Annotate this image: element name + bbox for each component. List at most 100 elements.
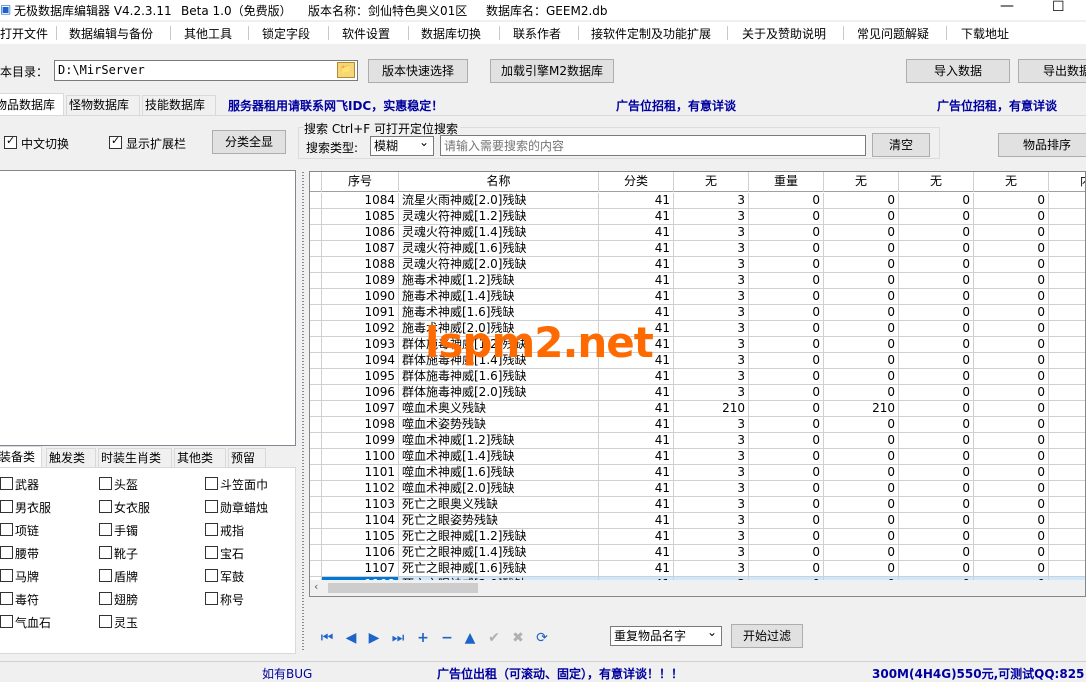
table-cell[interactable]: 施毒术神威[1.4]残缺 [399, 289, 599, 305]
table-cell[interactable]: 0 [974, 385, 1049, 401]
menu-edit-backup[interactable]: 数据编辑与备份 [69, 25, 153, 42]
clear-button[interactable]: 清空 [872, 133, 930, 157]
table-cell[interactable]: 0 [749, 241, 824, 257]
table-cell[interactable]: 0 [899, 273, 974, 289]
table-cell[interactable]: 0 [749, 369, 824, 385]
table-cell[interactable]: 0 [749, 433, 824, 449]
table-cell[interactable]: 1084 [322, 193, 399, 209]
table-cell[interactable] [1049, 321, 1085, 337]
table-cell[interactable]: 1101 [322, 465, 399, 481]
table-cell[interactable]: 3 [674, 497, 749, 513]
table-cell[interactable]: 噬血术姿势残缺 [399, 417, 599, 433]
table-cell[interactable]: 0 [899, 225, 974, 241]
row-indicator[interactable] [310, 273, 322, 289]
table-cell[interactable]: 41 [599, 209, 674, 225]
table-cell[interactable]: 0 [974, 337, 1049, 353]
col-header-none-1[interactable]: 无 [674, 172, 749, 192]
table-cell[interactable]: 0 [824, 289, 899, 305]
splitter-handle[interactable] [300, 172, 306, 652]
item-grid[interactable]: 序号 名称 分类 无 重量 无 无 无 内 1084流星火雨神威[2.0]残缺4… [309, 171, 1086, 597]
table-row[interactable]: 1102 噬血术神威[2.0]残缺 41 3 0 0 0 0 [310, 481, 1085, 497]
table-cell[interactable]: 0 [824, 385, 899, 401]
table-cell[interactable]: 41 [599, 513, 674, 529]
table-cell[interactable]: 41 [599, 529, 674, 545]
col-header-weight[interactable]: 重量 [749, 172, 824, 192]
table-cell[interactable]: 0 [974, 449, 1049, 465]
first-record-icon[interactable]: ⏮ [319, 630, 335, 646]
row-indicator[interactable] [310, 385, 322, 401]
table-cell[interactable]: 0 [974, 481, 1049, 497]
category-checkbox[interactable] [0, 500, 13, 513]
table-cell[interactable]: 1099 [322, 433, 399, 449]
table-cell[interactable]: 1097 [322, 401, 399, 417]
table-cell[interactable] [1049, 353, 1085, 369]
table-cell[interactable]: 死亡之眼神威[1.2]残缺 [399, 529, 599, 545]
row-indicator[interactable] [310, 337, 322, 353]
category-checkbox[interactable] [205, 523, 218, 536]
table-cell[interactable] [1049, 513, 1085, 529]
table-cell[interactable]: 0 [824, 209, 899, 225]
table-cell[interactable]: 0 [974, 353, 1049, 369]
row-indicator[interactable] [310, 241, 322, 257]
table-cell[interactable]: 3 [674, 337, 749, 353]
refresh-icon[interactable]: ⟳ [534, 630, 550, 646]
table-cell[interactable]: 0 [749, 385, 824, 401]
table-cell[interactable]: 0 [899, 353, 974, 369]
duplicate-filter-select[interactable]: 重复物品名字 [610, 623, 722, 646]
row-indicator[interactable] [310, 497, 322, 513]
row-indicator[interactable] [310, 465, 322, 481]
menu-contact[interactable]: 联系作者 [513, 25, 561, 42]
tab-equipment[interactable]: 装备类 [0, 446, 42, 468]
table-cell[interactable] [1049, 225, 1085, 241]
table-row[interactable]: 1105 死亡之眼神威[1.2]残缺 41 3 0 0 0 0 [310, 529, 1085, 545]
table-cell[interactable]: 死亡之眼神威[1.4]残缺 [399, 545, 599, 561]
table-cell[interactable]: 3 [674, 433, 749, 449]
table-row[interactable]: 1086 灵魂火符神威[1.4]残缺 41 3 0 0 0 0 [310, 225, 1085, 241]
table-cell[interactable]: 0 [974, 545, 1049, 561]
table-cell[interactable]: 0 [824, 273, 899, 289]
add-record-icon[interactable]: + [415, 630, 431, 646]
category-checkbox[interactable] [99, 592, 112, 605]
table-cell[interactable]: 0 [749, 449, 824, 465]
table-cell[interactable]: 3 [674, 385, 749, 401]
table-cell[interactable]: 3 [674, 321, 749, 337]
table-cell[interactable] [1049, 497, 1085, 513]
table-cell[interactable] [1049, 193, 1085, 209]
row-indicator[interactable] [310, 417, 322, 433]
table-cell[interactable]: 0 [824, 305, 899, 321]
table-cell[interactable]: 1088 [322, 257, 399, 273]
minimize-icon[interactable]: — [1000, 0, 1014, 14]
table-cell[interactable]: 0 [974, 225, 1049, 241]
table-cell[interactable]: 0 [824, 225, 899, 241]
menu-settings[interactable]: 软件设置 [342, 25, 390, 42]
table-row[interactable]: 1107 死亡之眼神威[1.6]残缺 41 3 0 0 0 0 [310, 561, 1085, 577]
tab-skill-db[interactable]: 技能数据库 [142, 95, 216, 115]
table-row[interactable]: 1098 噬血术姿势残缺 41 3 0 0 0 0 [310, 417, 1085, 433]
table-cell[interactable]: 0 [899, 497, 974, 513]
row-indicator[interactable] [310, 257, 322, 273]
prev-record-icon[interactable]: ◀ [343, 630, 359, 646]
table-cell[interactable]: 3 [674, 529, 749, 545]
table-cell[interactable]: 0 [749, 225, 824, 241]
table-cell[interactable]: 3 [674, 545, 749, 561]
table-cell[interactable]: 0 [749, 337, 824, 353]
table-cell[interactable]: 死亡之眼神威[1.6]残缺 [399, 561, 599, 577]
table-cell[interactable]: 0 [749, 289, 824, 305]
table-cell[interactable]: 0 [749, 561, 824, 577]
table-cell[interactable]: 41 [599, 241, 674, 257]
delete-record-icon[interactable]: − [439, 630, 455, 646]
table-cell[interactable]: 0 [824, 241, 899, 257]
table-cell[interactable]: 0 [824, 497, 899, 513]
category-checkbox[interactable] [99, 523, 112, 536]
table-row[interactable]: 1097 噬血术奥义残缺 41 210 0 210 0 0 [310, 401, 1085, 417]
table-row[interactable]: 1096 群体施毒神威[2.0]残缺 41 3 0 0 0 0 [310, 385, 1085, 401]
table-cell[interactable]: 施毒术神威[1.2]残缺 [399, 273, 599, 289]
category-checkbox[interactable] [205, 477, 218, 490]
menu-faq[interactable]: 常见问题解疑 [857, 25, 929, 42]
menu-lock-fields[interactable]: 锁定字段 [262, 25, 310, 42]
table-cell[interactable]: 0 [749, 465, 824, 481]
table-cell[interactable]: 3 [674, 561, 749, 577]
category-checkbox[interactable] [205, 592, 218, 605]
next-record-icon[interactable]: ▶ [366, 630, 382, 646]
table-cell[interactable]: 0 [899, 241, 974, 257]
